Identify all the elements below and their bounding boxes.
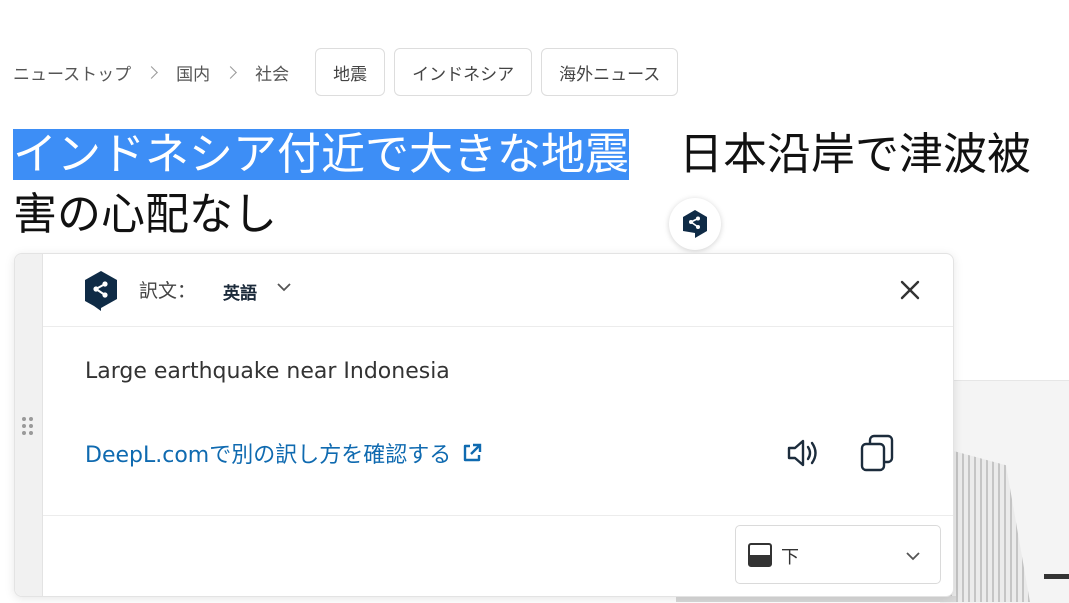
breadcrumb-news-top[interactable]: ニューストップ <box>13 60 131 85</box>
deepl-logo-icon <box>683 210 707 238</box>
headline-selected-text[interactable]: インドネシア付近で大きな地震 <box>13 129 629 180</box>
target-language-select[interactable]: 英語 <box>223 279 257 304</box>
panel-position-select[interactable]: 下 <box>735 525 941 584</box>
external-link-icon[interactable] <box>461 442 483 464</box>
deepl-alternatives-link[interactable]: DeepL.comで別の訳し方を確認する <box>85 437 483 469</box>
speaker-icon[interactable] <box>783 433 823 473</box>
breadcrumb: ニューストップ 国内 社会 地震 インドネシア 海外ニュース <box>13 47 679 97</box>
topic-tags: 地震 インドネシア 海外ニュース <box>315 48 679 96</box>
dock-bottom-icon <box>748 543 772 567</box>
breadcrumb-domestic[interactable]: 国内 <box>176 60 210 85</box>
panel-position-label: 下 <box>781 547 799 568</box>
chevron-right-icon <box>145 65 159 79</box>
deepl-floating-button[interactable] <box>669 198 721 250</box>
page-title: インドネシア付近で大きな地震 日本沿岸で津波被害の心配なし <box>13 125 1069 245</box>
article-image-detail <box>1044 574 1069 579</box>
chevron-right-icon <box>224 65 238 79</box>
chevron-down-icon <box>906 552 920 561</box>
chevron-down-icon[interactable] <box>275 278 293 296</box>
drag-handle-icon[interactable] <box>22 417 36 437</box>
tag-overseas-news[interactable]: 海外ニュース <box>541 48 679 96</box>
translation-panel: 訳文： 英語 Large earthquake near Indonesia D… <box>14 253 954 597</box>
breadcrumb-society[interactable]: 社会 <box>255 60 289 85</box>
panel-drag-rail[interactable] <box>15 254 43 596</box>
deepl-logo-icon <box>85 271 117 311</box>
tag-earthquake[interactable]: 地震 <box>315 48 386 96</box>
tag-indonesia[interactable]: インドネシア <box>394 48 533 96</box>
deepl-link-text[interactable]: DeepL.comで別の訳し方を確認する <box>85 437 451 469</box>
target-language-label: 訳文： <box>139 280 197 302</box>
panel-header: 訳文： 英語 <box>43 254 953 327</box>
translation-result: Large earthquake near Indonesia <box>85 359 450 384</box>
close-icon[interactable] <box>897 277 923 303</box>
copy-icon[interactable] <box>858 432 898 474</box>
